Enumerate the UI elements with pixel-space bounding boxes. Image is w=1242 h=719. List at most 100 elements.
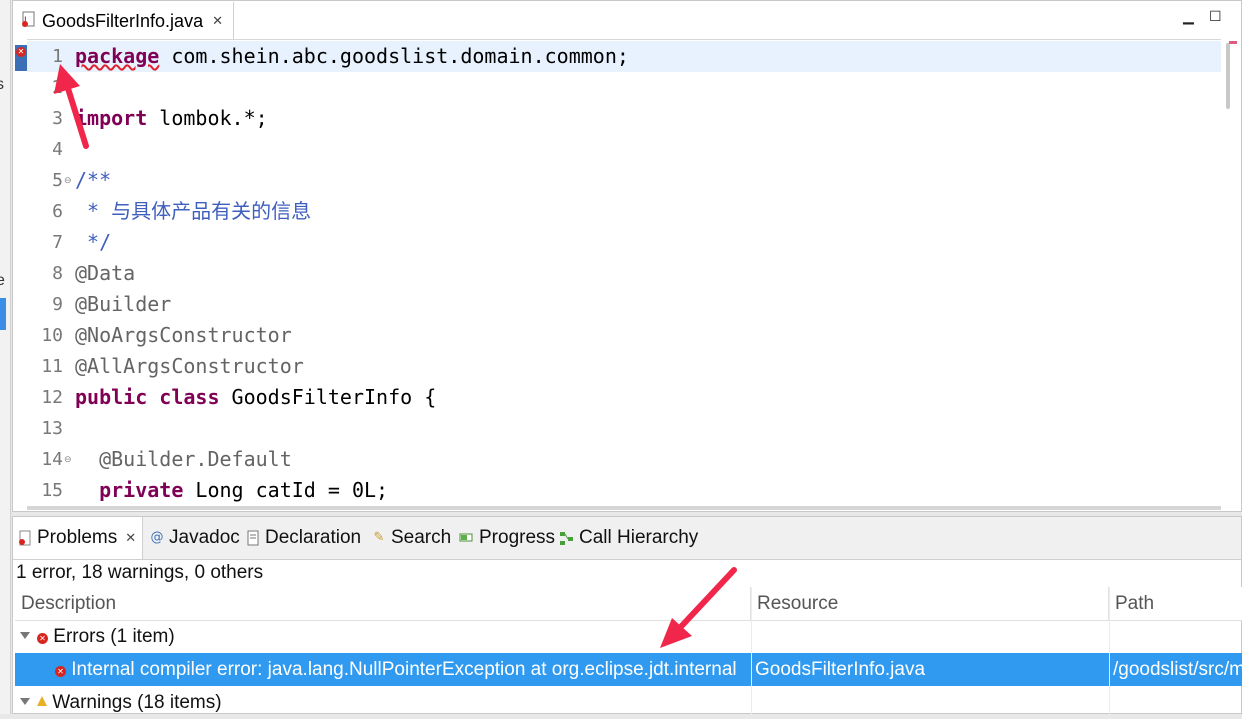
group-label: ✕ Errors (1 item) [37,620,175,653]
left-view-strip: s e [0,0,11,714]
column-divider [1109,587,1110,715]
line-number: 10 [41,325,63,346]
tab-label: Call Hierarchy [579,527,699,548]
code-line[interactable]: 12 public class GoodsFilterInfo { [27,382,1221,413]
line-number: 5 [52,170,63,191]
selection-indicator [0,298,6,330]
tab-search[interactable]: ✎ Search [371,517,452,559]
scroll-thumb[interactable] [1226,43,1230,109]
code-line[interactable]: 9 @Builder [27,289,1221,320]
warning-icon [37,696,47,706]
progress-icon [459,530,475,546]
errors-group-row[interactable]: ✕ Errors (1 item) [15,620,1242,653]
code-text: @NoArgsConstructor [75,320,292,351]
code-text: /** [75,165,111,196]
code-line[interactable]: 5 ⊖/** [27,165,1221,196]
line-number: 7 [52,232,63,253]
minimize-icon[interactable]: ▁ [1183,9,1194,25]
red-arrow-annotation [660,567,737,648]
column-resource[interactable]: Resource [751,587,1109,620]
expand-arrow-icon[interactable] [20,698,30,705]
code-token: class [159,385,220,409]
code-line[interactable]: 10 @NoArgsConstructor [27,320,1221,351]
code-text: */ [75,227,111,258]
tab-label: Progress [479,527,556,548]
error-icon[interactable]: ✕ [16,47,26,57]
editor-tab-goodsfilterinfo[interactable]: J GoodsFilterInfo.java ✕ [13,1,234,39]
tab-label: Javadoc [169,527,240,548]
error-description: ✕ Internal compiler error: java.lang.Nul… [55,653,749,686]
overview-error-mark[interactable] [1229,41,1237,44]
line-number: 6 [52,201,63,222]
code-line[interactable]: 6 * 与具体产品有关的信息 [27,196,1221,227]
error-resource: GoodsFilterInfo.java [755,659,926,680]
bottom-view-tabs: Problems ✕ @ Javadoc Declaration ✎ Searc… [13,517,1241,560]
code-line[interactable]: 2 [27,72,1221,103]
code-line[interactable]: 3 import lombok.*; [27,103,1221,134]
close-icon[interactable]: ✕ [212,14,223,29]
code-token: @NoArgsConstructor [75,323,292,347]
code-editor[interactable]: 1 package com.shein.abc.goodslist.domain.… [27,39,1221,509]
tab-javadoc[interactable]: @ Javadoc [149,517,240,559]
code-token: com.shein.abc.goodslist.domain.common; [159,44,629,68]
code-token: Long catId = 0L; [183,478,389,502]
tab-label: GoodsFilterInfo.java [42,10,204,31]
close-icon[interactable]: ✕ [125,530,136,546]
line-number: 14 [41,449,63,470]
annotation-ruler [13,39,27,511]
code-line[interactable]: 11 @AllArgsConstructor [27,351,1221,382]
error-row-selected[interactable]: ✕ Internal compiler error: java.lang.Nul… [15,653,1242,686]
clipped-text: e [0,272,5,289]
fold-toggle-icon[interactable]: ⊖ [64,176,72,186]
code-token: @Builder.Default [75,447,292,471]
editor-tab-bar: J GoodsFilterInfo.java ✕ ▁ ☐ [13,1,1241,40]
line-number: 9 [52,294,63,315]
code-token: @Data [75,261,136,285]
javadoc-icon: @ [150,530,164,545]
clipped-text: s [0,76,4,93]
call-hierarchy-icon [559,530,575,546]
table-header: Description Resource Path [15,587,1242,621]
code-line[interactable]: 14 ⊖ @Builder.Default [27,444,1221,475]
code-token: @AllArgsConstructor [75,354,304,378]
code-token: lombok.*; [147,106,268,130]
code-text: @Builder.Default [75,444,292,475]
tab-declaration[interactable]: Declaration [245,517,361,559]
tab-progress[interactable]: Progress [459,517,555,559]
code-text: public class GoodsFilterInfo { [75,382,436,413]
code-line[interactable]: 15 private Long catId = 0L; [27,475,1221,506]
code-token: */ [75,230,112,254]
code-text: import lombok.*; [75,103,268,134]
group-label: Warnings (18 items) [37,686,222,719]
line-number: 12 [41,387,63,408]
red-arrow-annotation [54,64,89,149]
code-line[interactable]: 13 [27,413,1221,444]
line-number: 13 [41,418,63,439]
horizontal-scrollbar[interactable] [27,506,1221,510]
column-path[interactable]: Path [1109,587,1242,620]
fold-toggle-icon[interactable]: ⊖ [64,455,72,465]
code-text: * 与具体产品有关的信息 [75,196,311,227]
warnings-group-row[interactable]: Warnings (18 items) [15,686,1242,719]
column-divider [751,587,752,715]
tab-problems[interactable]: Problems ✕ [13,517,144,559]
code-line[interactable]: 1 package com.shein.abc.goodslist.domain.… [27,41,1221,72]
tab-label: Declaration [265,527,362,548]
column-description[interactable]: Description [15,587,751,620]
code-line[interactable]: 7 */ [27,227,1221,258]
code-token: * 与具体产品有关的信息 [75,199,312,223]
code-token: /** [75,168,112,192]
tab-call-hierarchy[interactable]: Call Hierarchy [559,517,698,559]
code-line[interactable]: 8 @Data [27,258,1221,289]
problems-summary: 1 error, 18 warnings, 0 others [16,562,264,583]
code-line[interactable]: 4 [27,134,1221,165]
error-icon: ✕ [55,666,66,677]
expand-arrow-icon[interactable] [20,632,30,639]
tab-label: Search [391,527,452,548]
vertical-scrollbar[interactable] [1221,39,1241,509]
maximize-icon[interactable]: ☐ [1209,9,1222,25]
code-token: @Builder [75,292,172,316]
line-number: 15 [41,480,63,501]
